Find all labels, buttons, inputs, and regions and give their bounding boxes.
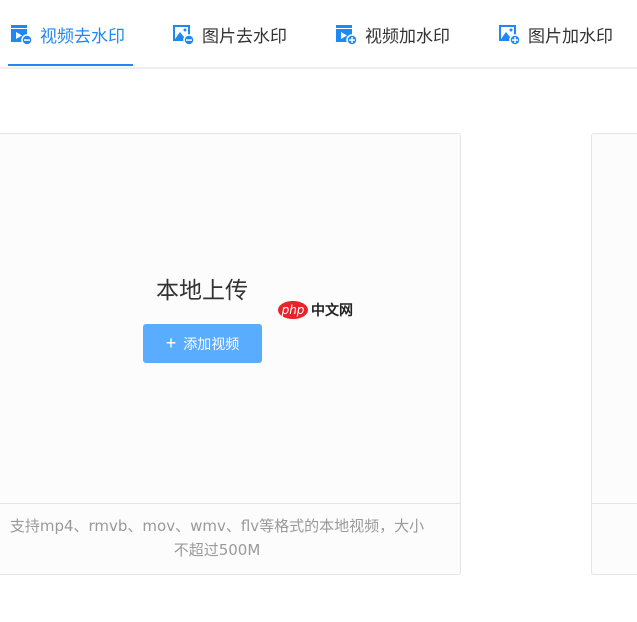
local-upload-card[interactable]: 本地上传 + 添加视频 支持mp4、rmvb、mov、wmv、flv等格式的本地… — [0, 133, 461, 575]
tab-image-remove-watermark[interactable]: 图片去水印 — [172, 20, 287, 48]
tab-video-add-watermark[interactable]: 视频加水印 — [335, 20, 450, 48]
add-video-button[interactable]: + 添加视频 — [143, 324, 262, 363]
tab-label: 视频加水印 — [365, 26, 450, 47]
watermark-cn: 中文网 — [311, 303, 353, 319]
tab-video-remove-watermark[interactable]: 视频去水印 — [10, 20, 125, 48]
upload-hint: 支持mp4、rmvb、mov、wmv、flv等格式的本地视频，大小不超过500M — [0, 503, 460, 574]
tab-label: 图片去水印 — [202, 26, 287, 47]
active-tab-indicator — [8, 64, 133, 66]
add-video-label: 添加视频 — [183, 335, 240, 352]
tab-bar: 视频去水印 图片去水印 视频加水印 图片加水印 — [0, 0, 637, 69]
plus-icon: + — [165, 333, 177, 353]
tab-label: 视频去水印 — [40, 26, 125, 47]
image-add-icon — [499, 25, 520, 45]
tab-image-add-watermark[interactable]: 图片加水印 — [498, 20, 613, 48]
video-remove-icon — [11, 25, 32, 45]
watermark-php: php — [278, 301, 308, 319]
tab-label: 图片加水印 — [528, 26, 613, 47]
video-add-icon — [336, 25, 357, 45]
php-cn-watermark: php 中文网 — [278, 300, 353, 320]
secondary-card — [591, 133, 637, 575]
image-remove-icon — [173, 25, 194, 45]
card-footer — [592, 503, 637, 574]
